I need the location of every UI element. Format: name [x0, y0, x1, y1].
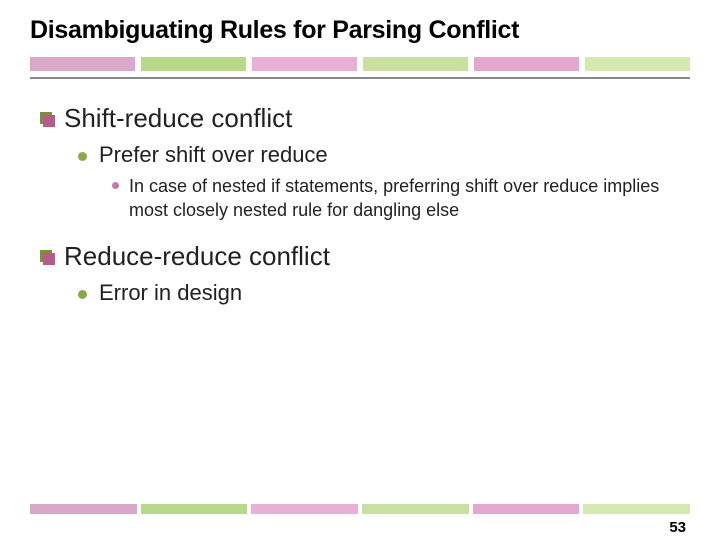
- list-item: In case of nested if statements, preferr…: [112, 174, 680, 223]
- divider: [30, 77, 690, 79]
- body-text: In case of nested if statements, preferr…: [129, 174, 669, 223]
- list-item: Shift-reduce conflict: [40, 103, 680, 134]
- list-item: Prefer shift over reduce: [78, 142, 680, 168]
- square-bullet-icon: [40, 250, 54, 264]
- page-number: 53: [669, 519, 686, 536]
- heading-2: Error in design: [99, 280, 242, 306]
- slide-body: Shift-reduce conflict Prefer shift over …: [0, 93, 720, 306]
- square-bullet-icon: [40, 112, 54, 126]
- decorative-bar-bottom: [30, 504, 690, 514]
- slide-title: Disambiguating Rules for Parsing Conflic…: [0, 0, 720, 53]
- dot-bullet-icon: [78, 152, 87, 161]
- dot-bullet-icon: [112, 182, 119, 189]
- heading-1: Shift-reduce conflict: [64, 103, 292, 134]
- decorative-bar-top: [30, 57, 690, 71]
- dot-bullet-icon: [78, 290, 87, 299]
- heading-1: Reduce-reduce conflict: [64, 241, 330, 272]
- heading-2: Prefer shift over reduce: [99, 142, 328, 168]
- list-item: Reduce-reduce conflict: [40, 241, 680, 272]
- list-item: Error in design: [78, 280, 680, 306]
